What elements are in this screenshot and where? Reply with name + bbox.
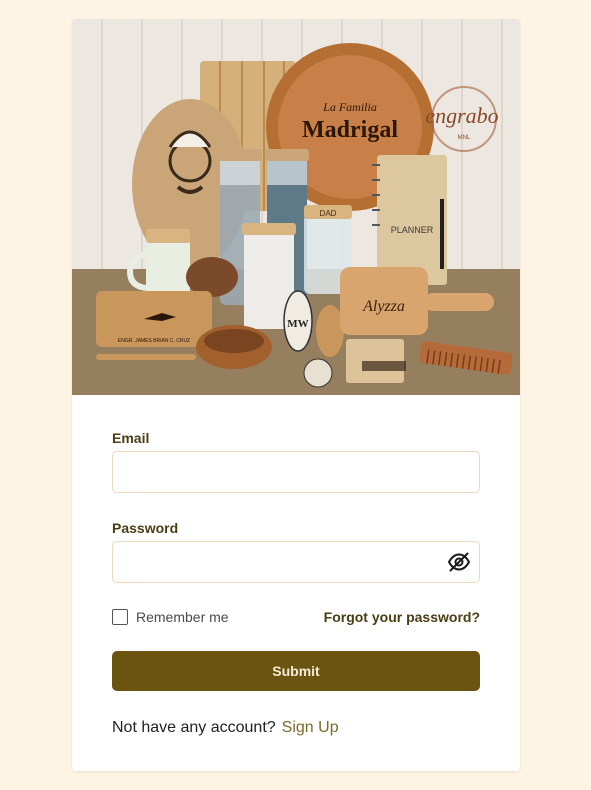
svg-text:Alyzza: Alyzza xyxy=(362,298,405,315)
remember-label: Remember me xyxy=(136,609,229,625)
login-card: Madrigal La Familia engrabo MNL PLANNER xyxy=(72,19,520,771)
eye-off-icon[interactable] xyxy=(447,550,471,574)
submit-button[interactable]: Submit xyxy=(112,651,480,691)
password-field[interactable] xyxy=(112,541,480,583)
signup-row: Not have any account? Sign Up xyxy=(112,719,339,737)
svg-text:PLANNER: PLANNER xyxy=(391,225,434,235)
svg-text:Madrigal: Madrigal xyxy=(302,117,398,143)
product-photo: Madrigal La Familia engrabo MNL PLANNER xyxy=(72,19,520,395)
password-label: Password xyxy=(112,520,179,536)
hero-image: Madrigal La Familia engrabo MNL PLANNER xyxy=(72,19,520,395)
forgot-password-link[interactable]: Forgot your password? xyxy=(324,609,480,625)
svg-text:engrabo: engrabo xyxy=(425,103,498,128)
svg-text:DAD: DAD xyxy=(320,209,337,218)
remember-checkbox[interactable] xyxy=(112,609,128,625)
email-field[interactable] xyxy=(112,451,480,493)
remember-me[interactable]: Remember me xyxy=(112,609,229,625)
svg-text:La Familia: La Familia xyxy=(322,100,377,114)
email-label: Email xyxy=(112,430,150,446)
signup-prompt: Not have any account? xyxy=(112,719,276,736)
svg-text:MW: MW xyxy=(287,318,308,330)
svg-text:ENGR. JAMES BRIAN C. CRUZ: ENGR. JAMES BRIAN C. CRUZ xyxy=(118,338,190,344)
svg-text:MNL: MNL xyxy=(458,135,471,141)
signup-link[interactable]: Sign Up xyxy=(282,719,339,736)
